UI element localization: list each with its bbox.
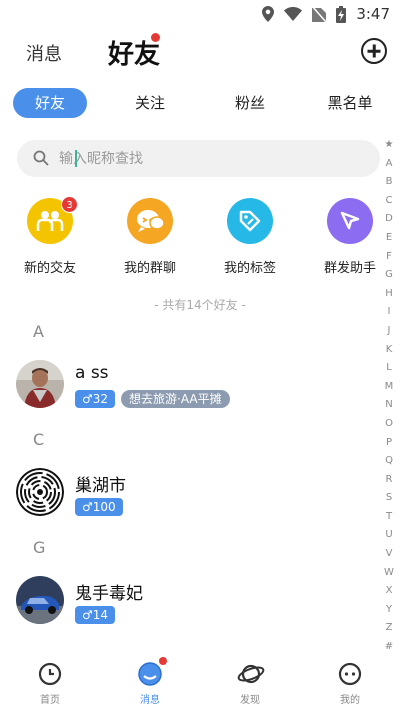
shortcut-label: 我的群聊 (123, 261, 176, 276)
friend-row[interactable]: 巢湖市 ♂100 (16, 468, 366, 524)
index-letter[interactable]: P (380, 434, 398, 453)
index-letter[interactable]: Y (380, 601, 398, 620)
shortcut-my-tags[interactable]: 我的标签 (210, 198, 290, 276)
index-letter[interactable]: M (380, 378, 398, 397)
index-letter[interactable]: W (380, 564, 398, 583)
index-letter[interactable]: V (380, 545, 398, 564)
index-letter[interactable]: B (380, 173, 398, 192)
index-letter[interactable]: Q (380, 452, 398, 471)
search-bar[interactable] (17, 140, 380, 177)
chat-icon (137, 657, 167, 687)
notification-dot (159, 657, 167, 665)
search-input[interactable] (59, 140, 359, 177)
tab-blacklist[interactable]: 黑名单 (313, 88, 387, 118)
no-sim-icon (312, 6, 327, 22)
tab-following[interactable]: 关注 (113, 88, 187, 118)
nav-label: 发现 (240, 695, 260, 706)
planet-icon (237, 661, 265, 687)
gender-age-badge: ♂32 (75, 390, 116, 408)
index-letter[interactable]: O (380, 415, 398, 434)
nav-messages[interactable]: 消息 (120, 657, 180, 706)
section-header-a: A (33, 322, 44, 341)
send-arrow-icon (327, 198, 373, 244)
index-letter[interactable]: D (380, 210, 398, 229)
index-letter[interactable]: T (380, 508, 398, 527)
index-letter[interactable]: U (380, 526, 398, 545)
nav-label: 我的 (340, 695, 360, 706)
status-bar: 3:47 (0, 0, 400, 28)
friend-row[interactable]: 鬼手毒妃 ♂14 (16, 576, 366, 632)
bottom-nav: 首页 消息 发现 我的 (0, 655, 400, 711)
gender-age-badge: ♂14 (75, 606, 116, 624)
index-letter[interactable]: H (380, 285, 398, 304)
index-letter[interactable]: S (380, 489, 398, 508)
battery-charging-icon (336, 5, 347, 23)
avatar (16, 576, 64, 624)
avatar (16, 360, 64, 408)
two-people-icon: 3 (27, 196, 78, 244)
nav-label: 消息 (140, 695, 160, 706)
tab-friends[interactable]: 好友 (13, 88, 87, 118)
index-letter[interactable]: R (380, 471, 398, 490)
index-letter[interactable]: N (380, 396, 398, 415)
friend-count: - 共有14个好友 - (154, 298, 246, 312)
gender-age-badge: ♂100 (75, 498, 123, 516)
index-letter[interactable]: L (380, 359, 398, 378)
friend-name: a ss (75, 363, 109, 383)
shortcut-broadcast-helper[interactable]: 群发助手 (310, 198, 390, 276)
index-letter[interactable]: C (380, 192, 398, 211)
friend-name: 巢湖市 (75, 476, 126, 496)
index-letter[interactable]: Z (380, 619, 398, 638)
index-letter[interactable]: I (380, 303, 398, 322)
notification-dot (151, 33, 160, 42)
header: 消息 好友 (0, 30, 400, 74)
index-letter[interactable]: X (380, 582, 398, 601)
section-header-g: G (33, 538, 46, 557)
section-header-c: C (33, 430, 45, 449)
friend-tabs: 好友 关注 粉丝 黑名单 (0, 88, 400, 118)
index-letter[interactable]: ★ (380, 136, 398, 155)
shortcut-new-friends[interactable]: 3 新的交友 (10, 196, 90, 276)
shortcut-label: 群发助手 (323, 261, 376, 276)
index-letter[interactable]: # (380, 638, 398, 657)
face-icon (337, 661, 363, 687)
index-letter[interactable]: E (380, 229, 398, 248)
friend-name: 鬼手毒妃 (75, 584, 143, 604)
index-letter[interactable]: J (380, 322, 398, 341)
index-letter[interactable]: G (380, 266, 398, 285)
tag-icon (227, 198, 273, 244)
shortcut-label: 我的标签 (223, 261, 276, 276)
shortcut-label: 新的交友 (23, 261, 76, 276)
nav-label: 首页 (40, 695, 60, 706)
clock-icon (37, 661, 63, 687)
new-friends-badge: 3 (61, 196, 78, 213)
index-letter[interactable]: A (380, 155, 398, 174)
alphabet-index[interactable]: ★ A B C D E F G H I J K L M N O P Q R S T U V W X Y Z # (380, 136, 398, 657)
tab-fans[interactable]: 粉丝 (213, 88, 287, 118)
add-friend-button[interactable] (361, 38, 387, 64)
avatar (16, 468, 64, 516)
shortcut-my-groups[interactable]: 我的群聊 (110, 198, 190, 276)
index-letter[interactable]: K (380, 341, 398, 360)
text-cursor (75, 150, 77, 167)
wifi-icon (284, 7, 303, 21)
nav-home[interactable]: 首页 (20, 661, 80, 706)
friend-row[interactable]: a ss ♂32 想去旅游·AA平摊 (16, 360, 366, 416)
location-icon (262, 6, 275, 22)
nav-me[interactable]: 我的 (320, 661, 380, 706)
interest-tag: 想去旅游·AA平摊 (121, 390, 230, 408)
messages-tab[interactable]: 消息 (26, 40, 62, 66)
nav-discover[interactable]: 发现 (220, 661, 280, 706)
group-chat-icon (127, 198, 173, 244)
clock-time: 3:47 (356, 5, 390, 23)
index-letter[interactable]: F (380, 248, 398, 267)
search-icon (33, 150, 49, 166)
